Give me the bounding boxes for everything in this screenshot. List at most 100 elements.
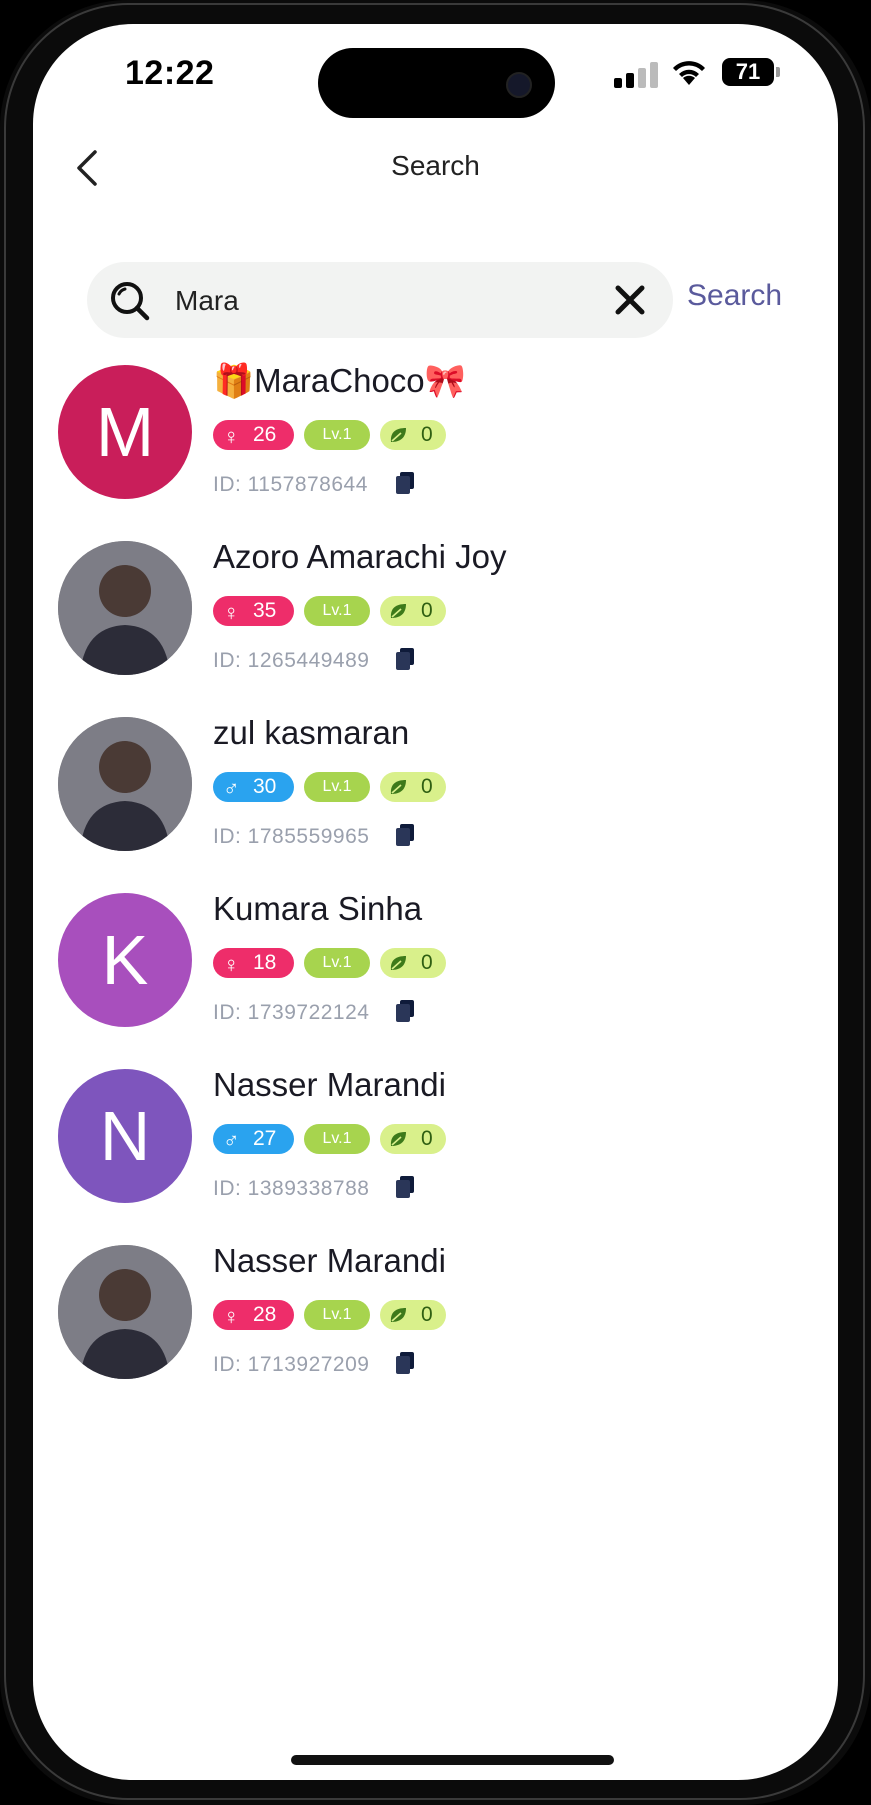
search-input[interactable]: [173, 276, 567, 326]
age-value: 30: [253, 775, 277, 798]
user-result-row[interactable]: M 🎁MaraChoco🎀 ♀ 26 Lv.1 0 ID: 1157878644: [33, 362, 838, 515]
search-button[interactable]: Search: [687, 279, 782, 313]
level-badge: Lv.1: [304, 596, 370, 626]
battery-level: 71: [735, 59, 761, 84]
avatar[interactable]: N: [58, 1069, 192, 1203]
female-age-badge: ♀ 35: [213, 596, 294, 626]
battery-tip: [776, 67, 780, 77]
user-id: ID: 1739722124: [213, 1001, 370, 1024]
user-name: Nasser Marandi: [213, 1066, 446, 1103]
user-name: Azoro Amarachi Joy: [213, 538, 507, 575]
copy-id-icon[interactable]: [395, 999, 415, 1028]
age-value: 26: [253, 423, 277, 446]
avatar[interactable]: M: [58, 365, 192, 499]
user-result-row[interactable]: Azoro Amarachi Joy ♀ 35 Lv.1 0 ID: 1265449489: [33, 538, 838, 691]
avatar-photo-placeholder: [58, 717, 192, 851]
level-badge: Lv.1: [304, 420, 370, 450]
user-id: ID: 1389338788: [213, 1177, 370, 1200]
avatar-letter: N: [99, 1097, 151, 1175]
female-age-badge: ♀ 18: [213, 948, 294, 978]
user-name: 🎁MaraChoco🎀: [213, 362, 466, 399]
level-badge: Lv.1: [304, 948, 370, 978]
user-id: ID: 1265449489: [213, 649, 370, 672]
copy-icon: [396, 824, 414, 846]
copy-icon: [396, 472, 414, 494]
avatar[interactable]: K: [58, 893, 192, 1027]
leaf-icon: [390, 1132, 406, 1146]
user-name: zul kasmaran: [213, 714, 410, 751]
female-icon: ♀: [223, 424, 240, 449]
user-result-row[interactable]: K Kumara Sinha ♀ 18 Lv.1 0 ID: 1739722124: [33, 890, 838, 1043]
avatar[interactable]: [58, 1245, 192, 1379]
avatar[interactable]: [58, 541, 192, 675]
leaf-icon: [390, 1308, 406, 1322]
search-bar[interactable]: [87, 262, 673, 338]
avatar-photo-placeholder: [58, 541, 192, 675]
user-result-row[interactable]: N Nasser Marandi ♂ 27 Lv.1 0 ID: 1389338788: [33, 1066, 838, 1219]
age-value: 35: [253, 599, 277, 622]
male-age-badge: ♂ 27: [213, 1124, 294, 1154]
status-time: 12:22: [125, 54, 215, 92]
male-icon: ♂: [223, 776, 240, 801]
female-age-badge: ♀ 28: [213, 1300, 294, 1330]
leaf-count: 0: [421, 1303, 433, 1326]
user-id: ID: 1785559965: [213, 825, 370, 848]
page-title: Search: [391, 150, 480, 181]
user-id: ID: 1157878644: [213, 473, 368, 496]
battery-icon: 71: [722, 58, 774, 86]
avatar-letter: M: [95, 393, 155, 471]
camera-icon: [506, 72, 532, 98]
wifi-icon: [673, 61, 705, 85]
user-name: Nasser Marandi: [213, 1242, 446, 1279]
copy-icon: [396, 1000, 414, 1022]
level-badge: Lv.1: [304, 772, 370, 802]
avatar-photo-placeholder: [58, 1245, 192, 1379]
cellular-signal-icon: [614, 62, 660, 88]
age-value: 27: [253, 1127, 277, 1150]
leaf-badge: 0: [380, 948, 446, 978]
copy-id-icon[interactable]: [395, 823, 415, 852]
copy-id-icon[interactable]: [395, 647, 415, 676]
female-age-badge: ♀ 26: [213, 420, 294, 450]
male-icon: ♂: [223, 1128, 240, 1153]
leaf-count: 0: [421, 775, 433, 798]
level-badge: Lv.1: [304, 1300, 370, 1330]
clear-icon[interactable]: [613, 283, 647, 317]
female-icon: ♀: [223, 952, 240, 977]
age-value: 28: [253, 1303, 277, 1326]
avatar-letter: K: [101, 921, 149, 999]
user-result-row[interactable]: zul kasmaran ♂ 30 Lv.1 0 ID: 1785559965: [33, 714, 838, 867]
male-age-badge: ♂ 30: [213, 772, 294, 802]
screen: 12:22 71 Search Mara Search M 🎁MaraChoco…: [33, 24, 838, 1780]
leaf-count: 0: [421, 951, 433, 974]
leaf-badge: 0: [380, 420, 446, 450]
dynamic-island: [318, 48, 555, 118]
copy-id-icon[interactable]: [395, 1175, 415, 1204]
leaf-icon: [390, 428, 406, 442]
user-result-row[interactable]: Nasser Marandi ♀ 28 Lv.1 0 ID: 1713927209: [33, 1242, 838, 1395]
copy-icon: [396, 648, 414, 670]
leaf-badge: 0: [380, 1300, 446, 1330]
copy-id-icon[interactable]: [395, 1351, 415, 1380]
leaf-count: 0: [421, 1127, 433, 1150]
leaf-count: 0: [421, 423, 433, 446]
leaf-badge: 0: [380, 1124, 446, 1154]
age-value: 18: [253, 951, 277, 974]
leaf-icon: [390, 956, 406, 970]
copy-icon: [396, 1176, 414, 1198]
phone-frame: 12:22 71 Search Mara Search M 🎁MaraChoco…: [0, 0, 871, 1805]
leaf-badge: 0: [380, 772, 446, 802]
search-icon: [111, 282, 150, 321]
user-id: ID: 1713927209: [213, 1353, 370, 1376]
leaf-icon: [390, 604, 406, 618]
home-indicator[interactable]: [291, 1755, 614, 1765]
level-badge: Lv.1: [304, 1124, 370, 1154]
copy-id-icon[interactable]: [395, 471, 415, 500]
copy-icon: [396, 1352, 414, 1374]
user-name: Kumara Sinha: [213, 890, 423, 927]
leaf-icon: [390, 780, 406, 794]
leaf-count: 0: [421, 599, 433, 622]
leaf-badge: 0: [380, 596, 446, 626]
avatar[interactable]: [58, 717, 192, 851]
female-icon: ♀: [223, 600, 240, 625]
